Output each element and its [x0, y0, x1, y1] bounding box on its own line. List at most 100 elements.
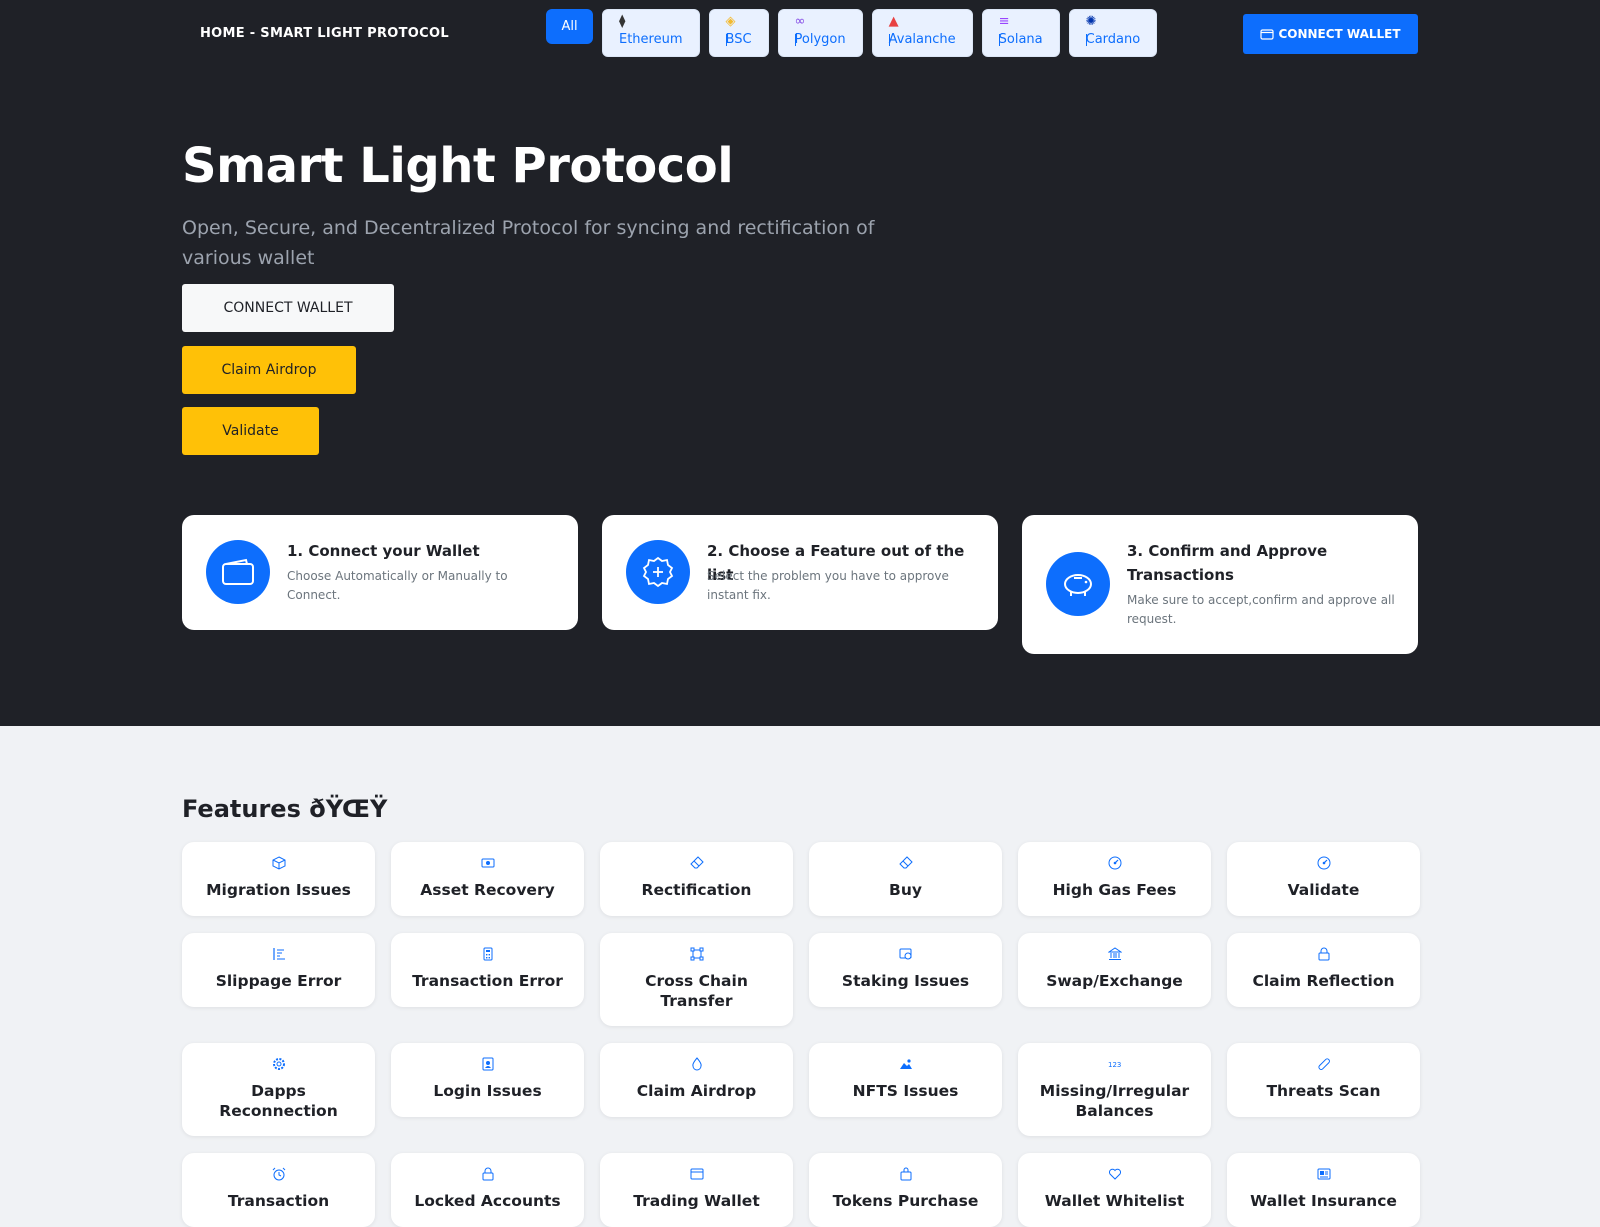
- person-badge-icon: [482, 1057, 493, 1071]
- chain-tab-all[interactable]: All: [546, 9, 593, 44]
- feature-label: Slippage Error: [215, 972, 342, 990]
- receipt-icon: [1317, 1168, 1330, 1180]
- nav-connect-label: CONNECT WALLET: [1278, 27, 1401, 41]
- feature-label: Wallet Whitelist: [1044, 1192, 1185, 1210]
- chain-tab-label: Solana: [998, 32, 1043, 47]
- speedometer-icon: [1108, 856, 1121, 870]
- hero-section: HOME - SMART LIGHT PROTOCOL All ⧫ Ethere…: [0, 0, 1600, 726]
- feature-card[interactable]: Tokens Purchase: [809, 1153, 1002, 1227]
- chain-tab-label: Avalanche: [888, 32, 956, 47]
- claim-airdrop-button[interactable]: Claim Airdrop: [182, 346, 356, 394]
- chain-tab-avalanche[interactable]: ▲ Avalanche: [871, 9, 973, 57]
- window-icon: [690, 1168, 703, 1180]
- feature-card[interactable]: Wallet Insurance: [1227, 1153, 1420, 1227]
- step-title: 3. Confirm and Approve Transactions: [1127, 542, 1328, 584]
- bandaid-icon: [1317, 1058, 1330, 1070]
- feature-label: Migration Issues: [206, 881, 351, 899]
- feature-card[interactable]: Validate: [1227, 842, 1420, 916]
- step-card-connect: 1. Connect your Wallet Choose Automatica…: [182, 515, 578, 630]
- nav-connect-wallet-button[interactable]: CONNECT WALLET: [1243, 14, 1418, 54]
- feature-card[interactable]: Trading Wallet: [600, 1153, 793, 1227]
- step-icon-circle: [626, 540, 690, 604]
- feature-label: Validate: [1287, 881, 1360, 899]
- wallet-icon: [1260, 29, 1275, 40]
- feature-card[interactable]: Claim Reflection: [1227, 933, 1420, 1007]
- bag-icon: [900, 1167, 911, 1181]
- chain-tab-cardano[interactable]: ✺ Cardano: [1068, 9, 1158, 57]
- feature-card[interactable]: Cross Chain Transfer: [600, 933, 793, 1026]
- feature-card[interactable]: High Gas Fees: [1018, 842, 1211, 916]
- feature-label: Locked Accounts: [414, 1192, 561, 1210]
- eraser-icon: [689, 856, 704, 869]
- coin-icon: [899, 948, 911, 960]
- feature-label: Wallet Insurance: [1250, 1192, 1397, 1210]
- feature-label: Transaction Error: [412, 972, 563, 990]
- feature-card[interactable]: Login Issues: [391, 1043, 584, 1117]
- feature-label: Threats Scan: [1266, 1082, 1381, 1100]
- chain-tab-solana[interactable]: ≡ Solana: [981, 9, 1060, 57]
- image-icon: [899, 1059, 912, 1069]
- sort-icon: [272, 948, 285, 960]
- tab-caret: [1085, 34, 1087, 46]
- feature-label: Tokens Purchase: [832, 1192, 979, 1210]
- alarm-icon: [272, 1167, 285, 1181]
- feature-card[interactable]: Transaction: [182, 1153, 375, 1227]
- chain-tab-polygon[interactable]: ∞ Polygon: [777, 9, 863, 57]
- cardano-icon: ✺: [1085, 14, 1097, 29]
- piggy-bank-icon: [1064, 574, 1092, 596]
- solana-icon: ≡: [998, 14, 1010, 29]
- box-icon: [272, 856, 285, 870]
- feature-label: Staking Issues: [841, 972, 970, 990]
- feature-card[interactable]: Asset Recovery: [391, 842, 584, 916]
- feature-label: Login Issues: [433, 1082, 542, 1100]
- feature-card[interactable]: Staking Issues: [809, 933, 1002, 1007]
- feature-card[interactable]: NFTS Issues: [809, 1043, 1002, 1117]
- cash-icon: [481, 858, 494, 868]
- feature-label: Transaction: [227, 1192, 330, 1210]
- polygon-icon: ∞: [794, 14, 806, 29]
- feature-card[interactable]: Buy: [809, 842, 1002, 916]
- bounding-box-icon: [690, 947, 703, 961]
- feature-card[interactable]: Rectification: [600, 842, 793, 916]
- feature-label: Claim Airdrop: [636, 1082, 757, 1100]
- chain-tab-bsc[interactable]: ◈ BSC: [708, 9, 769, 57]
- step-description: Choose Automatically or Manually to Conn…: [287, 569, 508, 602]
- feature-label: Cross Chain Transfer: [645, 972, 748, 1010]
- lock-icon: [482, 1167, 493, 1181]
- feature-card[interactable]: Swap/Exchange: [1018, 933, 1211, 1007]
- plus-badge-icon: [642, 556, 674, 588]
- chain-filter-tabs: All ⧫ Ethereum ◈ BSC ∞ Polygon ▲ Avalanc…: [546, 9, 1166, 57]
- feature-label: Asset Recovery: [420, 881, 555, 899]
- feature-card[interactable]: Locked Accounts: [391, 1153, 584, 1227]
- tab-caret: [998, 34, 1000, 46]
- feature-card[interactable]: Claim Airdrop: [600, 1043, 793, 1117]
- validate-button[interactable]: Validate: [182, 407, 319, 455]
- wallet-icon: [222, 558, 254, 585]
- feature-label: Buy: [889, 881, 922, 899]
- hero-connect-wallet-button[interactable]: CONNECT WALLET: [182, 284, 394, 332]
- chain-tab-label: Cardano: [1085, 32, 1141, 47]
- feature-card[interactable]: Dapps Reconnection: [182, 1043, 375, 1136]
- feature-card[interactable]: Migration Issues: [182, 842, 375, 916]
- bank-icon: [1107, 947, 1122, 960]
- step-card-choose: 2. Choose a Feature out of the list Sele…: [602, 515, 998, 630]
- feature-card[interactable]: Transaction Error: [391, 933, 584, 1007]
- feature-label: Trading Wallet: [633, 1192, 760, 1210]
- tab-caret: [794, 34, 796, 46]
- feature-label: Missing/Irregular Balances: [1039, 1082, 1190, 1120]
- step-icon-circle: [1046, 552, 1110, 616]
- tab-caret: [725, 34, 727, 46]
- feature-card[interactable]: Slippage Error: [182, 933, 375, 1007]
- feature-card[interactable]: 123 Missing/Irregular Balances: [1018, 1043, 1211, 1136]
- feature-card[interactable]: Threats Scan: [1227, 1043, 1420, 1117]
- features-title: Features ðŸŒŸ: [182, 795, 388, 823]
- nav-home-link[interactable]: HOME - SMART LIGHT PROTOCOL: [200, 26, 449, 41]
- feature-label: Dapps Reconnection: [219, 1082, 338, 1120]
- lock-icon: [1318, 947, 1329, 961]
- ethereum-icon: ⧫: [619, 14, 626, 29]
- chain-tab-ethereum[interactable]: ⧫ Ethereum: [602, 9, 700, 57]
- feature-card[interactable]: Wallet Whitelist: [1018, 1153, 1211, 1227]
- svg-text:123: 123: [1108, 1061, 1121, 1069]
- numbers-icon: 123: [1108, 1061, 1121, 1069]
- feature-label: NFTS Issues: [852, 1082, 959, 1100]
